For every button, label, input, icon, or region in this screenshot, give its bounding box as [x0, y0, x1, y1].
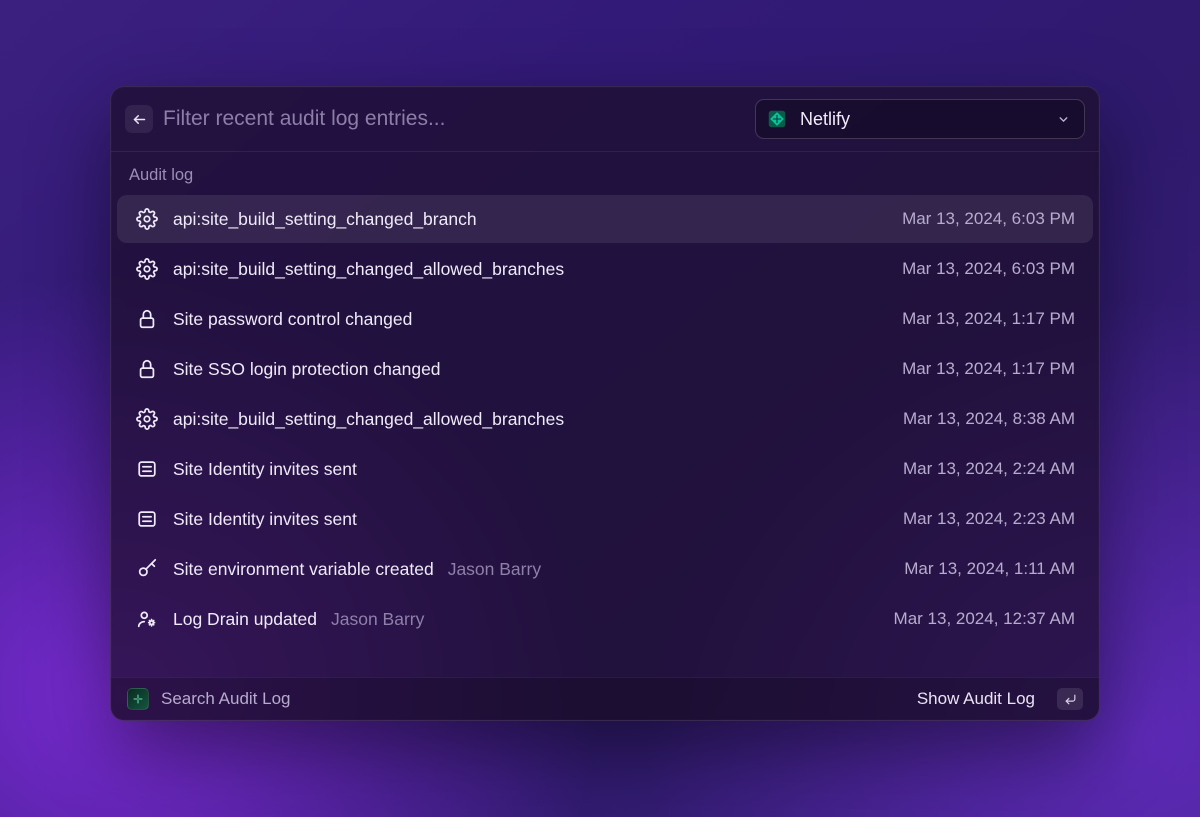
footer-bar: Search Audit Log Show Audit Log: [111, 677, 1099, 720]
audit-log-row[interactable]: Site SSO login protection changed Mar 13,…: [117, 345, 1093, 393]
enter-key-hint[interactable]: [1057, 688, 1083, 710]
user-gear-icon: [136, 608, 158, 630]
row-title: Site SSO login protection changed: [173, 359, 441, 380]
row-author: Jason Barry: [331, 609, 424, 630]
row-icon-slot: [135, 457, 159, 481]
audit-log-row[interactable]: Log Drain updated Jason Barry Mar 13, 2024…: [117, 595, 1093, 643]
list-icon: [136, 458, 158, 480]
arrow-left-icon: [132, 112, 147, 127]
footer-left-label: Search Audit Log: [161, 689, 290, 709]
row-icon-slot: [135, 507, 159, 531]
row-icon-slot: [135, 307, 159, 331]
row-icon-slot: [135, 257, 159, 281]
search-input[interactable]: [163, 107, 745, 131]
row-timestamp: Mar 13, 2024, 1:11 AM: [904, 559, 1075, 579]
row-timestamp: Mar 13, 2024, 1:17 PM: [902, 359, 1075, 379]
row-title: api:site_build_setting_changed_allowed_b…: [173, 409, 564, 430]
row-timestamp: Mar 13, 2024, 8:38 AM: [903, 409, 1075, 429]
audit-log-row[interactable]: api:site_build_setting_changed_allowed_b…: [117, 245, 1093, 293]
row-title: api:site_build_setting_changed_branch: [173, 209, 477, 230]
lock-icon: [136, 358, 158, 380]
dropdown-label: Netlify: [800, 109, 850, 130]
row-timestamp: Mar 13, 2024, 2:23 AM: [903, 509, 1075, 529]
header-bar: Netlify: [111, 87, 1099, 152]
audit-log-row[interactable]: Site password control changed Mar 13, 202…: [117, 295, 1093, 343]
gear-icon: [136, 208, 158, 230]
netlify-logo-icon: [766, 108, 788, 130]
audit-log-list: api:site_build_setting_changed_branch Mar…: [111, 193, 1099, 677]
audit-log-row[interactable]: Site environment variable created Jason B…: [117, 545, 1093, 593]
audit-log-row[interactable]: api:site_build_setting_changed_allowed_b…: [117, 395, 1093, 443]
row-icon-slot: [135, 557, 159, 581]
row-timestamp: Mar 13, 2024, 1:17 PM: [902, 309, 1075, 329]
list-icon: [136, 508, 158, 530]
row-icon-slot: [135, 357, 159, 381]
row-timestamp: Mar 13, 2024, 12:37 AM: [894, 609, 1075, 629]
row-title: Log Drain updated: [173, 609, 317, 630]
return-icon: [1064, 693, 1077, 706]
row-title: Site Identity invites sent: [173, 459, 357, 480]
command-palette-window: Netlify Audit log api:site_build_setting…: [110, 86, 1100, 721]
row-icon-slot: [135, 607, 159, 631]
row-timestamp: Mar 13, 2024, 6:03 PM: [902, 259, 1075, 279]
row-title: Site environment variable created: [173, 559, 434, 580]
row-title: Site password control changed: [173, 309, 412, 330]
account-dropdown[interactable]: Netlify: [755, 99, 1085, 139]
row-icon-slot: [135, 407, 159, 431]
row-title: api:site_build_setting_changed_allowed_b…: [173, 259, 564, 280]
gear-icon: [136, 408, 158, 430]
row-title: Site Identity invites sent: [173, 509, 357, 530]
lock-icon: [136, 308, 158, 330]
footer-action-label[interactable]: Show Audit Log: [917, 689, 1035, 709]
chevron-down-icon: [1057, 113, 1070, 126]
raycast-extension-icon: [127, 688, 149, 710]
audit-log-row[interactable]: api:site_build_setting_changed_branch Mar…: [117, 195, 1093, 243]
section-label: Audit log: [111, 152, 1099, 193]
audit-log-row[interactable]: Site Identity invites sent Mar 13, 2024, …: [117, 445, 1093, 493]
back-button[interactable]: [125, 105, 153, 133]
row-timestamp: Mar 13, 2024, 6:03 PM: [902, 209, 1075, 229]
row-timestamp: Mar 13, 2024, 2:24 AM: [903, 459, 1075, 479]
audit-log-row[interactable]: Site Identity invites sent Mar 13, 2024, …: [117, 495, 1093, 543]
key-icon: [136, 558, 158, 580]
dropdown-content: Netlify: [766, 108, 850, 130]
row-icon-slot: [135, 207, 159, 231]
row-author: Jason Barry: [448, 559, 541, 580]
gear-icon: [136, 258, 158, 280]
